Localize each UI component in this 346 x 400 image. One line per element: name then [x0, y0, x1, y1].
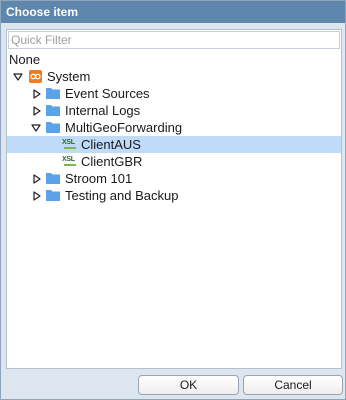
tree-item-label: System — [47, 69, 91, 84]
tree-item-none[interactable]: None — [7, 51, 341, 68]
tree-item-label: Stroom 101 — [65, 171, 133, 186]
folder-icon — [46, 122, 60, 133]
tree-item-label: ClientGBR — [81, 154, 143, 169]
collapsed-arrow-icon[interactable] — [32, 174, 42, 184]
tree-item-testing-and-backup[interactable]: Testing and Backup — [7, 187, 341, 204]
xslt-icon: XSL — [62, 139, 78, 150]
tree-item-label: None — [9, 52, 41, 67]
tree-item-label: MultiGeoForwarding — [65, 120, 183, 135]
tree-item-label: Internal Logs — [65, 103, 141, 118]
explorer-tree: None System Event Sources Internal Logs … — [7, 51, 341, 204]
tree-item-label: ClientAUS — [81, 137, 141, 152]
ok-button[interactable]: OK — [138, 375, 239, 395]
tree-panel: Quick Filter None System Event Sources I… — [6, 29, 342, 369]
tree-item-internal-logs[interactable]: Internal Logs — [7, 102, 341, 119]
cancel-button[interactable]: Cancel — [243, 375, 343, 395]
dialog-title[interactable]: Choose item — [1, 1, 345, 23]
tree-item-label: Testing and Backup — [65, 188, 179, 203]
folder-icon — [46, 190, 60, 201]
tree-item-label: Event Sources — [65, 86, 150, 101]
tree-item-event-sources[interactable]: Event Sources — [7, 85, 341, 102]
tree-item-multigeoforwarding[interactable]: MultiGeoForwarding — [7, 119, 341, 136]
folder-icon — [46, 105, 60, 116]
choose-item-dialog: Choose item Quick Filter None System Eve… — [0, 0, 346, 400]
collapsed-arrow-icon[interactable] — [32, 191, 42, 201]
collapsed-arrow-icon[interactable] — [32, 106, 42, 116]
expanded-arrow-icon[interactable] — [31, 123, 41, 133]
tree-item-clientaus[interactable]: XSL ClientAUS — [7, 136, 341, 153]
quick-filter-input[interactable]: Quick Filter — [8, 31, 340, 49]
tree-item-clientgbr[interactable]: XSL ClientGBR — [7, 153, 341, 170]
expanded-arrow-icon[interactable] — [13, 72, 23, 82]
folder-icon — [46, 88, 60, 99]
system-icon — [29, 70, 42, 83]
collapsed-arrow-icon[interactable] — [32, 89, 42, 99]
tree-item-stroom-101[interactable]: Stroom 101 — [7, 170, 341, 187]
xslt-icon: XSL — [62, 156, 78, 167]
tree-item-system[interactable]: System — [7, 68, 341, 85]
folder-icon — [46, 173, 60, 184]
